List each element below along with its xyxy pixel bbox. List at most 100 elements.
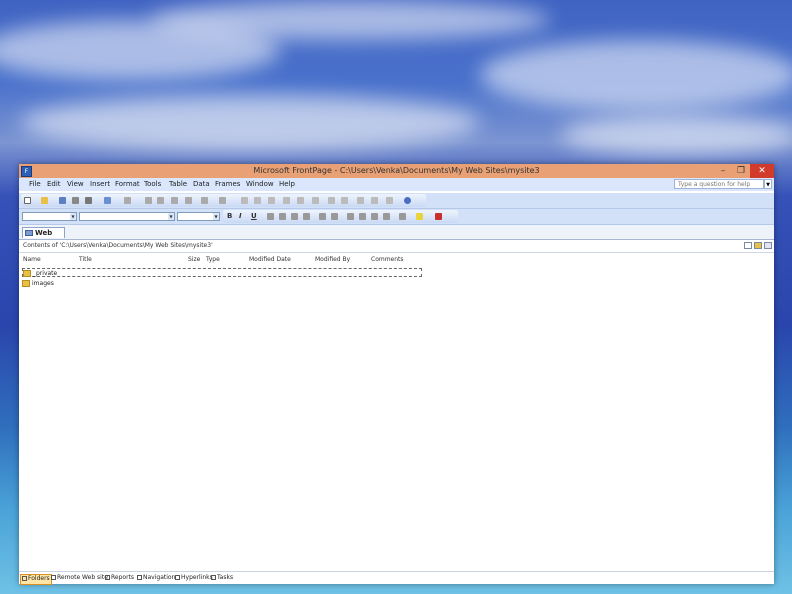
save-icon[interactable] [59, 197, 66, 204]
new-page-icon[interactable] [744, 242, 752, 249]
web-component-icon[interactable] [241, 197, 248, 204]
up-folder-icon[interactable] [764, 242, 772, 249]
drawing-icon[interactable] [297, 197, 304, 204]
menu-tools[interactable]: Tools [144, 180, 161, 188]
close-button[interactable]: ✕ [750, 164, 774, 178]
font-select[interactable]: ▼ [79, 212, 175, 221]
formatting-toolbar: ▼ ▼ ▼ B I U [19, 209, 774, 225]
refresh-icon[interactable] [328, 197, 335, 204]
column-name[interactable]: Name [23, 256, 41, 263]
column-comments[interactable]: Comments [371, 256, 404, 263]
decrease-font-icon[interactable] [331, 213, 338, 220]
print-icon[interactable] [85, 197, 92, 204]
folders-icon [22, 576, 27, 581]
style-select[interactable]: ▼ [22, 212, 77, 221]
increase-indent-icon[interactable] [383, 213, 390, 220]
column-modified-by[interactable]: Modified By [315, 256, 350, 263]
paste-icon[interactable] [171, 197, 178, 204]
tasks-icon [211, 575, 216, 580]
align-left-icon[interactable] [267, 213, 274, 220]
bold-button[interactable]: B [227, 212, 232, 220]
file-row-private[interactable]: _private [22, 268, 422, 277]
cut-icon[interactable] [145, 197, 152, 204]
numbering-icon[interactable] [347, 213, 354, 220]
contents-path: Contents of 'C:\Users\Venka\Documents\My… [23, 242, 213, 249]
view-navigation[interactable]: Navigation [137, 574, 175, 583]
frontpage-window: F Microsoft FrontPage - C:\Users\Venka\D… [19, 164, 774, 585]
code-view-icon[interactable] [386, 197, 393, 204]
justify-icon[interactable] [303, 213, 310, 220]
hyperlinks-icon [175, 575, 180, 580]
menu-help[interactable]: Help [279, 180, 295, 188]
insert-picture-icon[interactable] [283, 197, 290, 204]
help-icon[interactable] [404, 197, 411, 204]
highlight-icon[interactable] [416, 213, 423, 220]
file-row-images[interactable]: images [22, 279, 422, 288]
folder-icon [22, 280, 30, 287]
window-title: Microsoft FrontPage - C:\Users\Venka\Doc… [253, 166, 540, 175]
help-dropdown-button[interactable]: ▼ [764, 179, 772, 189]
hyperlink-icon[interactable] [312, 197, 319, 204]
italic-button[interactable]: I [239, 212, 242, 220]
column-size[interactable]: Size [188, 256, 200, 263]
menu-view[interactable]: View [67, 180, 84, 188]
menu-format[interactable]: Format [115, 180, 140, 188]
stop-icon[interactable] [341, 197, 348, 204]
menu-frames[interactable]: Frames [215, 180, 240, 188]
view-tabs-bar: Folders Remote Web site Reports Navigati… [19, 571, 774, 585]
desktop-cloud [480, 40, 792, 110]
menu-edit[interactable]: Edit [47, 180, 61, 188]
decrease-indent-icon[interactable] [371, 213, 378, 220]
view-tasks[interactable]: Tasks [211, 574, 233, 583]
view-navigation-label: Navigation [143, 574, 176, 581]
align-right-icon[interactable] [291, 213, 298, 220]
borders-icon[interactable] [399, 213, 406, 220]
column-title[interactable]: Title [79, 256, 92, 263]
open-icon[interactable] [41, 197, 48, 204]
increase-font-icon[interactable] [319, 213, 326, 220]
column-modified-date[interactable]: Modified Date [249, 256, 291, 263]
show-all-icon[interactable] [371, 197, 378, 204]
chevron-down-icon: ▼ [213, 213, 219, 220]
column-type[interactable]: Type [206, 256, 220, 263]
folder-list-icon[interactable] [357, 197, 364, 204]
standard-toolbar-group [21, 194, 426, 207]
help-search-input[interactable]: Type a question for help [674, 179, 764, 189]
font-size-select[interactable]: ▼ [177, 212, 220, 221]
format-painter-icon[interactable] [185, 197, 192, 204]
redo-icon[interactable] [219, 197, 226, 204]
spelling-icon[interactable] [124, 197, 131, 204]
insert-table-icon[interactable] [254, 197, 261, 204]
minimize-button[interactable]: – [714, 164, 732, 178]
menu-table[interactable]: Table [169, 180, 187, 188]
menu-window[interactable]: Window [246, 180, 274, 188]
bullets-icon[interactable] [359, 213, 366, 220]
view-hyperlinks[interactable]: Hyperlinks [175, 574, 213, 583]
view-reports-label: Reports [111, 574, 135, 581]
menu-insert[interactable]: Insert [90, 180, 110, 188]
view-reports[interactable]: Reports [105, 574, 134, 583]
standard-toolbar [19, 193, 774, 209]
menu-file[interactable]: File [29, 180, 41, 188]
align-center-icon[interactable] [279, 213, 286, 220]
view-remote-web-site[interactable]: Remote Web site [51, 574, 108, 583]
new-page-icon[interactable] [24, 197, 31, 204]
font-color-icon[interactable] [435, 213, 442, 220]
underline-button[interactable]: U [251, 212, 257, 220]
menu-data[interactable]: Data [193, 180, 210, 188]
formatting-toolbar-group: B I U [223, 210, 458, 223]
file-name: _private [33, 270, 58, 277]
insert-layer-icon[interactable] [268, 197, 275, 204]
column-headers: Name Title Size Type Modified Date Modif… [19, 255, 774, 265]
tab-web-site[interactable]: Web Site [22, 227, 65, 248]
new-folder-icon[interactable] [754, 242, 762, 249]
title-bar[interactable]: F Microsoft FrontPage - C:\Users\Venka\D… [19, 164, 774, 178]
view-folders[interactable]: Folders [20, 574, 52, 585]
search-icon[interactable] [72, 197, 79, 204]
undo-icon[interactable] [201, 197, 208, 204]
preview-icon[interactable] [104, 197, 111, 204]
web-site-icon [25, 230, 33, 236]
navigation-icon [137, 575, 142, 580]
copy-icon[interactable] [157, 197, 164, 204]
restore-button[interactable]: ❐ [732, 164, 750, 178]
